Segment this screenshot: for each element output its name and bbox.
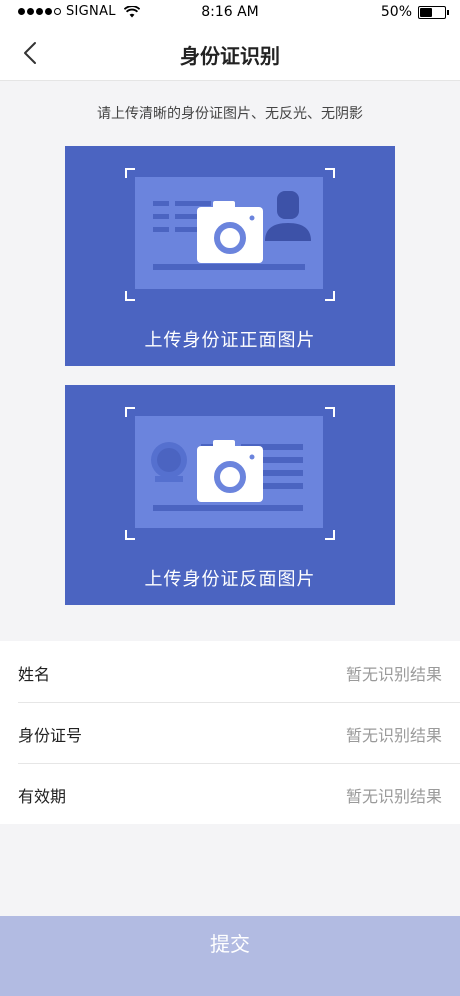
frame-corner xyxy=(125,407,135,417)
upload-tip: 请上传清晰的身份证图片、无反光、无阴影 xyxy=(97,106,363,122)
battery-icon xyxy=(418,5,449,19)
recognition-result-form: 姓名 暂无识别结果 身份证号 暂无识别结果 有效期 暂无识别结果 xyxy=(0,641,460,824)
frame-corner xyxy=(325,530,335,540)
upload-front-card[interactable]: 上传身份证正面图片 xyxy=(65,146,395,366)
frame-corner xyxy=(125,168,135,178)
submit-button[interactable]: 提交 xyxy=(0,916,460,996)
result-row-validity[interactable]: 有效期 暂无识别结果 xyxy=(0,763,460,824)
battery-percent: 50% xyxy=(380,4,412,20)
name-label: 姓名 xyxy=(18,665,51,684)
national-emblem-icon xyxy=(151,442,187,482)
page-title: 身份证识别 xyxy=(180,44,280,68)
camera-icon xyxy=(197,440,263,502)
frame-corner xyxy=(125,291,135,301)
upload-front-label: 上传身份证正面图片 xyxy=(144,330,316,351)
frame-corner xyxy=(125,530,135,540)
frame-corner xyxy=(325,407,335,417)
battery-indicator: 50% xyxy=(380,4,449,20)
id-card-back-illustration xyxy=(135,416,323,528)
camera-icon xyxy=(197,201,263,263)
navigation-bar: 身份证识别 xyxy=(0,26,460,81)
id-number-value: 暂无识别结果 xyxy=(345,726,442,745)
upload-back-card[interactable]: 上传身份证反面图片 xyxy=(65,385,395,605)
validity-label: 有效期 xyxy=(18,787,67,806)
result-row-id-number[interactable]: 身份证号 暂无识别结果 xyxy=(0,702,460,763)
id-card-front-illustration xyxy=(135,177,323,289)
status-bar: SIGNAL 8:16 AM 50% xyxy=(0,0,460,26)
result-row-name[interactable]: 姓名 暂无识别结果 xyxy=(0,641,460,702)
frame-corner xyxy=(325,291,335,301)
id-number-label: 身份证号 xyxy=(18,726,83,745)
frame-corner xyxy=(325,168,335,178)
validity-value: 暂无识别结果 xyxy=(345,787,442,806)
name-value: 暂无识别结果 xyxy=(345,665,442,684)
upload-back-label: 上传身份证反面图片 xyxy=(144,569,316,590)
